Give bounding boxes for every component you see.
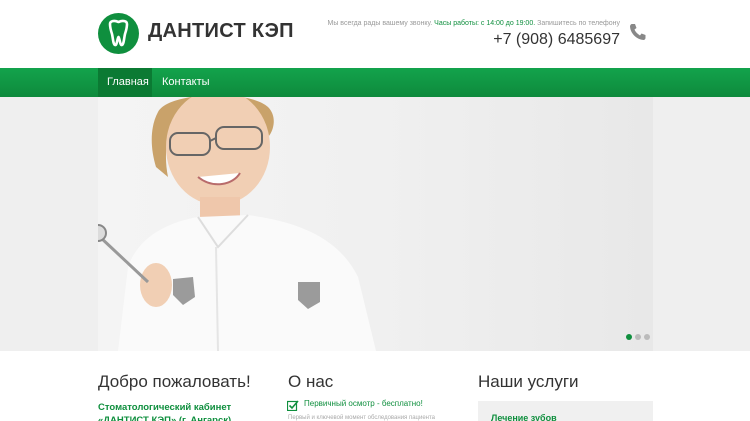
services-title: Наши услуги: [478, 372, 579, 391]
phone-icon: [628, 22, 648, 42]
contact-suffix: Запишитесь по телефону: [535, 20, 620, 27]
main-nav: Главная Контакты: [0, 68, 750, 97]
site-header: ДАНТИСТ КЭП Мы всегда рады вашему звонку…: [0, 0, 750, 68]
nav-item-home[interactable]: Главная: [98, 68, 152, 97]
working-hours: Часы работы: с 14:00 до 19:00.: [434, 20, 536, 27]
welcome-title: Добро пожаловать!: [98, 372, 251, 391]
slider-dots: [626, 327, 653, 345]
checkbox-icon: [286, 398, 299, 412]
service-item[interactable]: Лечение зубов: [491, 413, 557, 421]
contact-info: Мы всегда рады вашему звонку. Часы работ…: [328, 20, 621, 27]
phone-number[interactable]: +7 (908) 6485697: [493, 31, 620, 49]
slider-dot[interactable]: [644, 334, 650, 340]
slider-dot[interactable]: [635, 334, 641, 340]
about-title: О нас: [288, 372, 334, 391]
contact-prefix: Мы всегда рады вашему звонку.: [327, 20, 435, 27]
about-text: Первый и ключевой момент обследования па…: [288, 415, 436, 421]
about-highlight[interactable]: Первичный осмотр - бесплатно!: [304, 399, 423, 408]
welcome-subtitle: Стоматологический кабинет «ДАНТИСТ КЭП» …: [98, 402, 232, 421]
hero-slider: [0, 97, 750, 351]
dentist-photo: [98, 97, 653, 351]
slider-dot[interactable]: [626, 334, 632, 340]
nav-item-contacts[interactable]: Контакты: [153, 68, 219, 97]
tooth-logo-icon[interactable]: [98, 13, 139, 54]
brand-name[interactable]: ДАНТИСТ КЭП: [148, 20, 294, 43]
